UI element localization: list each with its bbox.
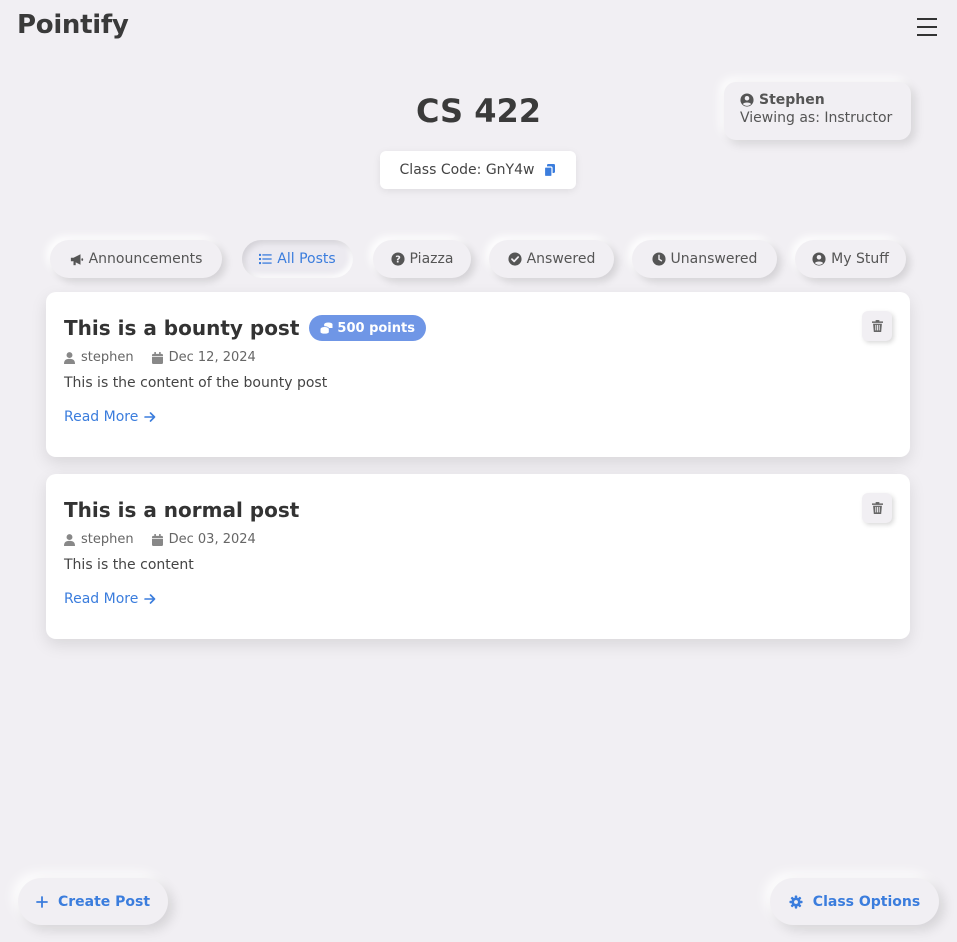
user-circle-icon [812, 252, 826, 266]
post-title-row: This is a bounty post 500 points [64, 314, 892, 342]
tab-answered[interactable]: Answered [489, 240, 614, 278]
read-more-link[interactable]: Read More [64, 409, 156, 425]
author-name: stephen [81, 350, 134, 365]
post-author: stephen [64, 532, 134, 547]
post-card[interactable]: This is a normal post stephen Dec 03, 20… [46, 474, 910, 639]
post-filter-tabs: Announcements All Posts ? Piazza Answere… [0, 240, 957, 280]
trash-icon [871, 320, 883, 332]
read-more-label: Read More [64, 409, 139, 425]
tab-label: Announcements [88, 251, 203, 267]
post-author: stephen [64, 350, 134, 365]
tab-all-posts[interactable]: All Posts [242, 240, 353, 278]
app-brand[interactable]: Pointify [17, 10, 129, 40]
megaphone-icon [70, 253, 83, 265]
svg-text:?: ? [395, 255, 401, 266]
post-content: This is the content of the bounty post [64, 375, 328, 391]
post-title[interactable]: This is a bounty post [64, 316, 299, 340]
class-code-box: Class Code: GnY4w [380, 151, 576, 189]
tab-piazza[interactable]: ? Piazza [373, 240, 471, 278]
create-post-label: Create Post [57, 893, 151, 910]
tab-label: Answered [526, 251, 596, 267]
hamburger-menu-icon[interactable] [917, 18, 937, 38]
delete-post-button[interactable] [862, 311, 892, 341]
tab-unanswered[interactable]: Unanswered [632, 240, 777, 278]
calendar-icon [151, 533, 163, 546]
post-title[interactable]: This is a normal post [64, 498, 299, 522]
arrow-right-icon [144, 594, 156, 604]
create-post-button[interactable]: Create Post [18, 878, 168, 925]
tab-my-stuff[interactable]: My Stuff [795, 240, 906, 278]
bounty-label: 500 points [337, 320, 415, 336]
tab-label: All Posts [277, 251, 336, 267]
post-title-row: This is a normal post [64, 496, 892, 524]
post-card[interactable]: This is a bounty post 500 points stephen [46, 292, 910, 457]
coins-icon [320, 322, 333, 334]
tab-label: Unanswered [670, 251, 758, 267]
question-circle-icon: ? [390, 252, 405, 266]
author-name: stephen [81, 532, 134, 547]
copy-icon[interactable] [544, 163, 556, 177]
calendar-icon [151, 351, 163, 364]
tab-label: My Stuff [831, 251, 889, 267]
delete-post-button[interactable] [862, 493, 892, 523]
bounty-badge: 500 points [309, 315, 426, 341]
trash-icon [871, 502, 883, 514]
class-options-label: Class Options [812, 893, 921, 910]
post-date: Dec 03, 2024 [151, 532, 256, 547]
post-content: This is the content [64, 557, 194, 573]
tab-announcements[interactable]: Announcements [50, 240, 222, 278]
tab-label: Piazza [409, 251, 454, 267]
read-more-link[interactable]: Read More [64, 591, 156, 607]
check-circle-icon [508, 252, 522, 266]
date-text: Dec 12, 2024 [168, 350, 256, 365]
list-icon [259, 253, 272, 265]
gear-icon [789, 894, 803, 909]
post-meta: stephen Dec 03, 2024 [64, 532, 892, 547]
user-icon [64, 351, 75, 364]
plus-icon [36, 895, 48, 908]
class-title: CS 422 [415, 92, 542, 130]
class-options-button[interactable]: Class Options [770, 878, 939, 925]
user-icon [64, 533, 75, 546]
clock-icon [651, 252, 666, 266]
arrow-right-icon [144, 412, 156, 422]
class-code-text: Class Code: GnY4w [399, 162, 535, 178]
post-meta: stephen Dec 12, 2024 [64, 350, 892, 365]
date-text: Dec 03, 2024 [168, 532, 256, 547]
post-date: Dec 12, 2024 [151, 350, 256, 365]
read-more-label: Read More [64, 591, 139, 607]
